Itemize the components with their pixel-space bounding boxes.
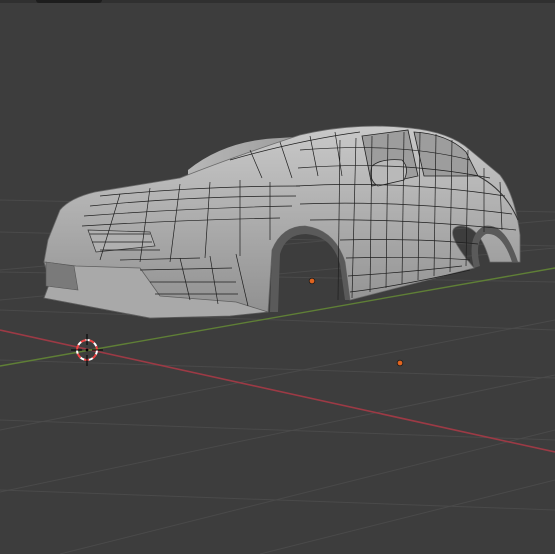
car-mesh[interactable] [43, 125, 521, 319]
viewport-canvas [0, 125, 555, 554]
3d-viewport[interactable] [0, 0, 555, 554]
object-origin-icon[interactable] [308, 277, 316, 285]
secondary-origin-icon[interactable] [396, 359, 404, 367]
grille [45, 261, 79, 291]
3d-cursor-icon[interactable] [71, 334, 103, 366]
